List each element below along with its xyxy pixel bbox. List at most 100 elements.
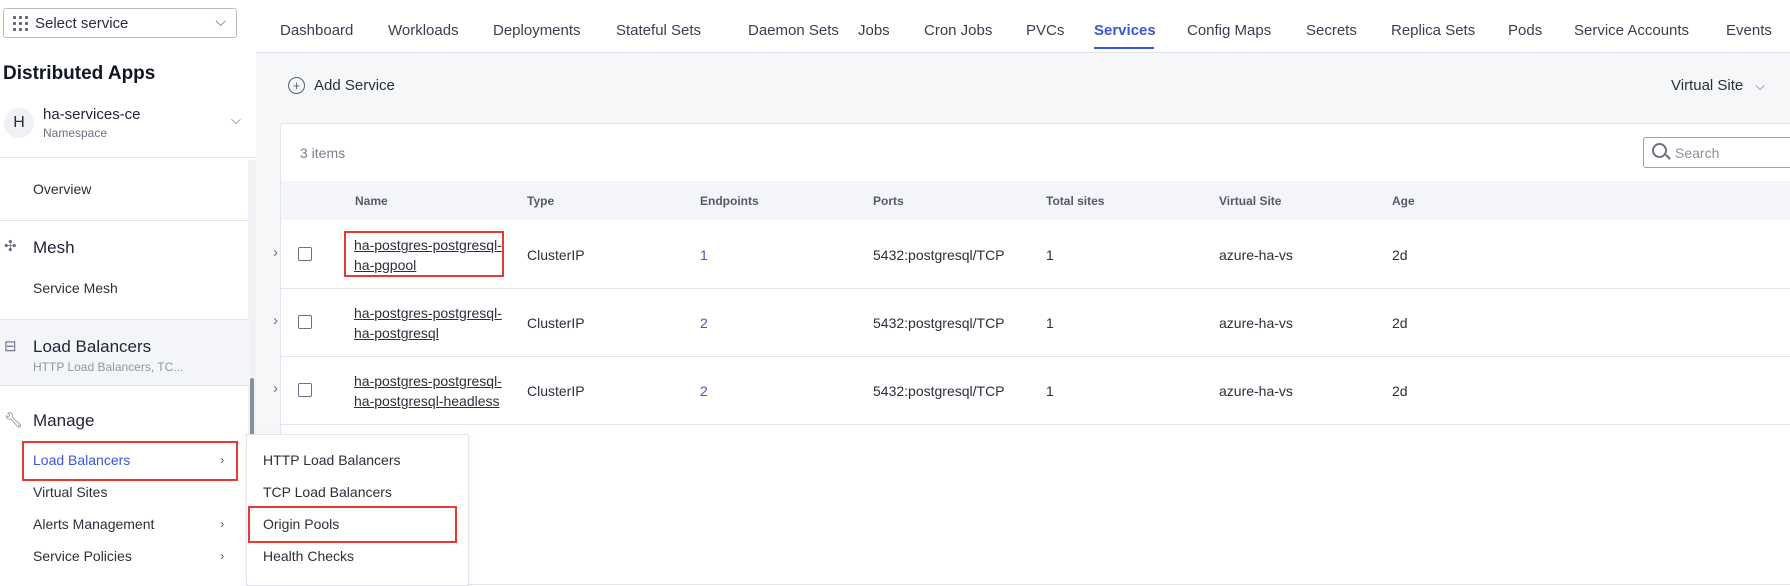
namespace-name: ha-services-ce xyxy=(43,106,141,123)
tab-deployments[interactable]: Deployments xyxy=(493,22,581,39)
cell-ports: 5432:postgresql/TCP xyxy=(873,383,1005,399)
flyout-item-origin-pools[interactable]: Origin Pools xyxy=(263,516,339,532)
sidebar-scrollbar-thumb[interactable] xyxy=(250,378,254,438)
namespace-avatar: H xyxy=(4,108,34,138)
search-icon xyxy=(1652,143,1667,158)
column-header-virtual-site[interactable]: Virtual Site xyxy=(1219,194,1281,208)
column-header-type[interactable]: Type xyxy=(527,194,554,208)
row-checkbox[interactable] xyxy=(298,315,312,329)
column-header-total-sites[interactable]: Total sites xyxy=(1046,194,1104,208)
sidebar-section-load-balancers-subtitle: HTTP Load Balancers, TC... xyxy=(33,360,184,374)
row-checkbox[interactable] xyxy=(298,247,312,261)
sidebar-item-load-balancers[interactable]: Load Balancers xyxy=(33,452,130,468)
sidebar-item-service-mesh[interactable]: Service Mesh xyxy=(33,280,118,296)
mesh-icon: ✣ xyxy=(4,238,17,255)
cell-endpoints-link[interactable]: 2 xyxy=(700,383,708,399)
chevron-down-icon: ⌵ xyxy=(215,13,226,29)
tab-daemon-sets[interactable]: Daemon Sets xyxy=(748,22,839,39)
cell-total-sites: 1 xyxy=(1046,247,1054,263)
items-count: 3 items xyxy=(300,145,346,161)
sidebar-item-alerts-management[interactable]: Alerts Management xyxy=(33,516,154,532)
active-tab-indicator xyxy=(1094,47,1154,49)
column-header-name[interactable]: Name xyxy=(355,194,388,208)
tab-events[interactable]: Events xyxy=(1726,22,1772,39)
row-checkbox[interactable] xyxy=(298,383,312,397)
add-service-button[interactable]: + Add Service xyxy=(288,77,395,94)
sidebar-item-service-policies[interactable]: Service Policies xyxy=(33,548,132,564)
sidebar-section-mesh: Mesh xyxy=(33,238,75,257)
cell-virtual-site: azure-ha-vs xyxy=(1219,315,1293,331)
cell-age: 2d xyxy=(1392,383,1408,399)
load-balancer-icon: ⊟ xyxy=(4,338,17,355)
tab-pods[interactable]: Pods xyxy=(1508,22,1542,39)
divider xyxy=(0,220,250,221)
tab-config-maps[interactable]: Config Maps xyxy=(1187,22,1271,39)
service-name-line2: ha-postgresql xyxy=(354,325,439,341)
table-header xyxy=(281,181,1790,220)
cell-virtual-site: azure-ha-vs xyxy=(1219,247,1293,263)
wrench-icon: 🔧︎ xyxy=(4,412,24,429)
tab-secrets[interactable]: Secrets xyxy=(1306,22,1357,39)
sidebar-section-manage: Manage xyxy=(33,411,95,430)
add-service-label: Add Service xyxy=(314,77,395,94)
expand-chevron-icon[interactable]: › xyxy=(273,312,278,329)
service-select-label: Select service xyxy=(35,14,129,32)
sidebar-item-overview[interactable]: Overview xyxy=(33,181,91,197)
tab-dashboard[interactable]: Dashboard xyxy=(280,22,353,39)
tab-replica-sets[interactable]: Replica Sets xyxy=(1391,22,1475,39)
tab-service-accounts[interactable]: Service Accounts xyxy=(1574,22,1689,39)
search-input[interactable]: Search xyxy=(1643,137,1790,168)
cell-total-sites: 1 xyxy=(1046,383,1054,399)
table-row[interactable] xyxy=(281,288,1790,357)
service-name-link[interactable]: ha-postgres-postgresql- ha-postgresql-he… xyxy=(354,371,502,411)
divider xyxy=(0,385,250,386)
column-header-endpoints[interactable]: Endpoints xyxy=(700,194,759,208)
flyout-item-tcp-load-balancers[interactable]: TCP Load Balancers xyxy=(263,484,392,500)
flyout-item-http-load-balancers[interactable]: HTTP Load Balancers xyxy=(263,452,400,468)
cell-virtual-site: azure-ha-vs xyxy=(1219,383,1293,399)
tab-services[interactable]: Services xyxy=(1094,22,1156,39)
sidebar-section-load-balancers[interactable]: Load Balancers xyxy=(33,337,151,357)
cell-type: ClusterIP xyxy=(527,383,585,399)
service-name-line1: ha-postgres-postgresql- xyxy=(354,305,502,321)
cell-age: 2d xyxy=(1392,247,1408,263)
table-row[interactable] xyxy=(281,356,1790,425)
expand-chevron-icon[interactable]: › xyxy=(273,244,278,261)
cell-endpoints-link[interactable]: 2 xyxy=(700,315,708,331)
sidebar: Select service ⌵ Distributed Apps H ha-s… xyxy=(0,0,257,579)
namespace-selector[interactable]: H ha-services-ce Namespace ⌵ xyxy=(0,98,256,158)
tab-jobs[interactable]: Jobs xyxy=(858,22,890,39)
service-name-line1: ha-postgres-postgresql- xyxy=(354,237,502,253)
tab-cron-jobs[interactable]: Cron Jobs xyxy=(924,22,992,39)
service-name-line1: ha-postgres-postgresql- xyxy=(354,373,502,389)
apps-grid-icon xyxy=(13,15,28,31)
column-header-ports[interactable]: Ports xyxy=(873,194,904,208)
main-content: Dashboard Workloads Deployments Stateful… xyxy=(256,0,1790,585)
namespace-label: Namespace xyxy=(43,126,108,140)
column-header-age[interactable]: Age xyxy=(1392,194,1415,208)
app-title: Distributed Apps xyxy=(3,63,156,84)
table-row[interactable] xyxy=(281,220,1790,289)
chevron-right-icon: › xyxy=(220,452,225,467)
cell-endpoints-link[interactable]: 1 xyxy=(700,247,708,263)
tab-stateful-sets[interactable]: Stateful Sets xyxy=(616,22,701,39)
cell-ports: 5432:postgresql/TCP xyxy=(873,247,1005,263)
load-balancers-flyout-menu: HTTP Load Balancers TCP Load Balancers O… xyxy=(246,434,469,586)
virtual-site-dropdown[interactable]: Virtual Site ⌵ xyxy=(1671,77,1765,94)
sidebar-item-virtual-sites[interactable]: Virtual Sites xyxy=(33,484,107,500)
service-name-line2: ha-pgpool xyxy=(354,257,417,273)
service-name-link[interactable]: ha-postgres-postgresql- ha-pgpool xyxy=(354,235,502,275)
expand-chevron-icon[interactable]: › xyxy=(273,380,278,397)
cell-ports: 5432:postgresql/TCP xyxy=(873,315,1005,331)
cell-total-sites: 1 xyxy=(1046,315,1054,331)
flyout-item-health-checks[interactable]: Health Checks xyxy=(263,548,354,564)
service-select[interactable]: Select service ⌵ xyxy=(3,8,237,38)
service-name-link[interactable]: ha-postgres-postgresql- ha-postgresql xyxy=(354,303,502,343)
tab-pvcs[interactable]: PVCs xyxy=(1026,22,1064,39)
chevron-down-icon: ⌵ xyxy=(1755,79,1765,93)
plus-circle-icon: + xyxy=(288,77,305,94)
service-name-line2: ha-postgresql-headless xyxy=(354,393,500,409)
tab-workloads[interactable]: Workloads xyxy=(388,22,459,39)
search-placeholder: Search xyxy=(1675,145,1720,161)
cell-type: ClusterIP xyxy=(527,247,585,263)
